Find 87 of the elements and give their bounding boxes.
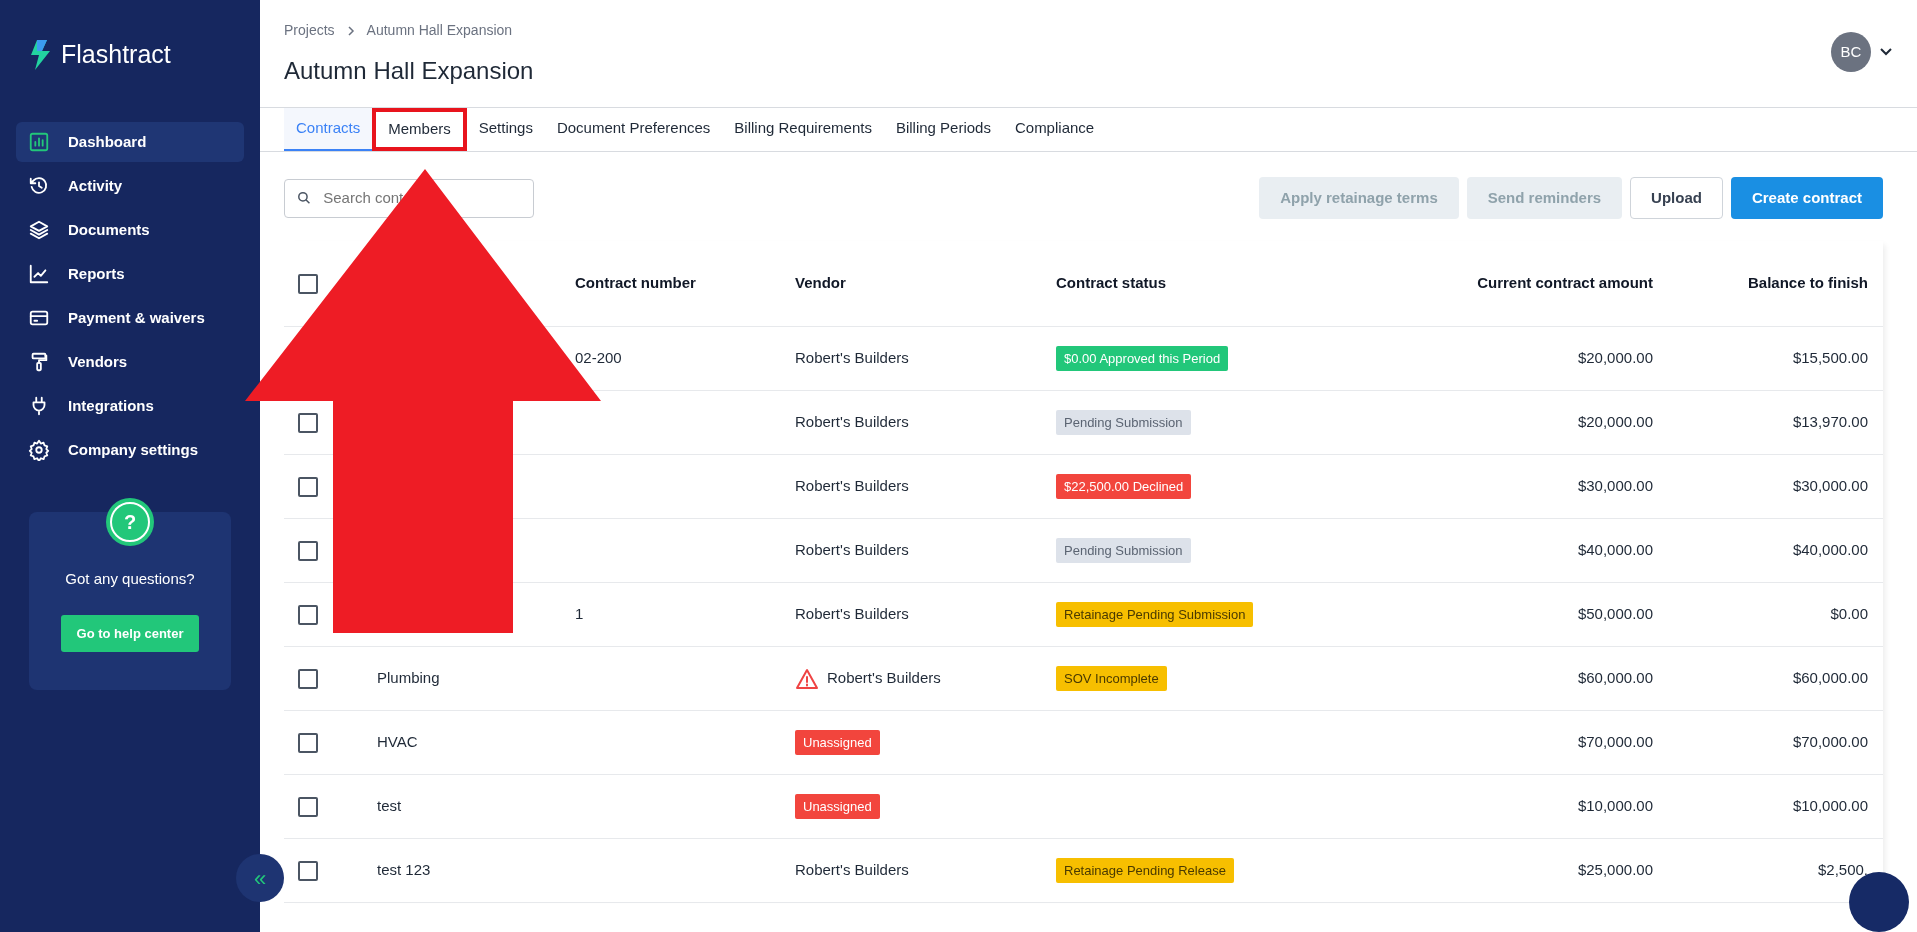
table-cell: $70,000.00 (1577, 733, 1653, 751)
column-header: Contract number (575, 273, 697, 294)
row-checkbox[interactable] (298, 412, 318, 433)
help-icon: ? (110, 502, 150, 542)
select-all-checkbox[interactable] (298, 273, 318, 294)
vendor-status-tag: Unassigned (795, 793, 880, 820)
row-checkbox[interactable] (298, 540, 318, 561)
table-cell: test (377, 797, 402, 815)
row-checkbox[interactable] (298, 860, 318, 881)
tab[interactable]: Members (372, 108, 467, 151)
gear-icon (28, 439, 50, 461)
sidebar-item[interactable]: Payment & waivers (16, 298, 244, 338)
table-cell: $60,000.00 (1577, 669, 1653, 687)
search-icon (297, 190, 312, 206)
table-cell-text: Robert's Builders (795, 540, 909, 561)
history-icon (28, 175, 50, 197)
column-header: Current contract amount (1476, 273, 1654, 294)
table-cell: $30,000.00 (1792, 477, 1868, 495)
brand-name: Flashtract (61, 39, 171, 71)
table-cell: $13,970.00 (1792, 413, 1868, 431)
table-cell-text: Robert's Builders (795, 348, 909, 369)
table-cell-text: Robert's Builders (827, 668, 941, 689)
table-cell-text: Robert's Builders (795, 476, 909, 497)
help-text: Got any questions? (65, 569, 195, 589)
sidebar-item[interactable]: Vendors (16, 342, 244, 382)
chevron-down-icon[interactable] (1879, 47, 1893, 57)
user-avatar[interactable]: BC (1831, 32, 1871, 72)
row-checkbox[interactable] (298, 796, 318, 817)
status-tag: SOV Incomplete (1056, 665, 1167, 692)
sidebar-item[interactable]: Integrations (16, 386, 244, 426)
tab[interactable]: Contracts (284, 108, 373, 151)
table-cell: Plumbing (377, 669, 440, 687)
table-cell: $50,000.00 (1577, 605, 1653, 623)
column-header: Balance to finish (1746, 273, 1869, 294)
breadcrumb-link[interactable]: Autumn Hall Expansion (366, 20, 513, 41)
table-cell: $15,500.00 (1792, 349, 1868, 367)
table-cell: $70,000.00 (1792, 733, 1868, 751)
status-tag: Retainage Pending Submission (1056, 601, 1254, 628)
table-cell-text: Robert's Builders (795, 412, 909, 433)
page-title: Autumn Hall Expansion (284, 56, 534, 86)
tab[interactable]: Settings (466, 108, 545, 151)
table-cell: $20,000.00 (1577, 349, 1653, 367)
vendor-status-tag: Unassigned (795, 729, 880, 756)
sidebar-item[interactable]: Company settings (16, 430, 244, 470)
action-button[interactable]: Upload (1630, 177, 1723, 219)
table-cell: $25,000.00 (1577, 861, 1653, 879)
table-cell: $40,000.00 (1792, 541, 1868, 559)
table-cell: $0.00 (1830, 605, 1868, 623)
logo-icon (29, 40, 51, 70)
collapse-button[interactable]: « (236, 854, 284, 902)
status-tag: $0.00 Approved this Period (1056, 345, 1229, 372)
sidebar-item[interactable]: Dashboard (16, 122, 244, 162)
table-cell-text: Robert's Builders (795, 604, 909, 625)
table-cell: $20,000.00 (1577, 413, 1653, 431)
table-cell: 1 (575, 605, 584, 623)
status-tag: $22,500.00 Declined (1056, 473, 1192, 500)
row-checkbox[interactable] (298, 476, 318, 497)
table-cell: $60,000.00 (1792, 669, 1868, 687)
sidebar-item[interactable]: Reports (16, 254, 244, 294)
row-checkbox[interactable] (298, 604, 318, 625)
column-header: Contract status (1056, 273, 1168, 294)
table-cell: 02-200 (575, 349, 622, 367)
column-header: Vendor (795, 273, 847, 294)
table-cell: $30,000.00 (1577, 477, 1653, 495)
tab[interactable]: Billing Requirements (722, 108, 884, 151)
sidebar-item[interactable]: Documents (16, 210, 244, 250)
status-tag: Pending Submission (1056, 537, 1191, 564)
status-tag: Retainage Pending Release (1056, 857, 1234, 884)
chevron-right-icon (346, 24, 355, 37)
status-tag: Pending Submission (1056, 409, 1191, 436)
table-cell-text: Robert's Builders (795, 860, 909, 881)
table-cell: test 123 (377, 861, 431, 879)
layers-icon (28, 219, 50, 241)
breadcrumb-link[interactable]: Projects (284, 20, 335, 41)
table-cell: HVAC (377, 733, 418, 751)
table-cell: $2,500. (1817, 861, 1868, 879)
tab[interactable]: Compliance (1002, 108, 1107, 151)
row-checkbox[interactable] (298, 668, 318, 689)
tab[interactable]: Document Preferences (544, 108, 723, 151)
line-chart-icon (28, 263, 50, 285)
sidebar-item[interactable]: Activity (16, 166, 244, 206)
tab[interactable]: Billing Periods (883, 108, 1003, 151)
table-cell: $10,000.00 (1792, 797, 1868, 815)
table-cell: $40,000.00 (1577, 541, 1653, 559)
row-checkbox[interactable] (298, 732, 318, 753)
table-cell: $10,000.00 (1577, 797, 1653, 815)
bar-chart-icon (28, 131, 50, 153)
